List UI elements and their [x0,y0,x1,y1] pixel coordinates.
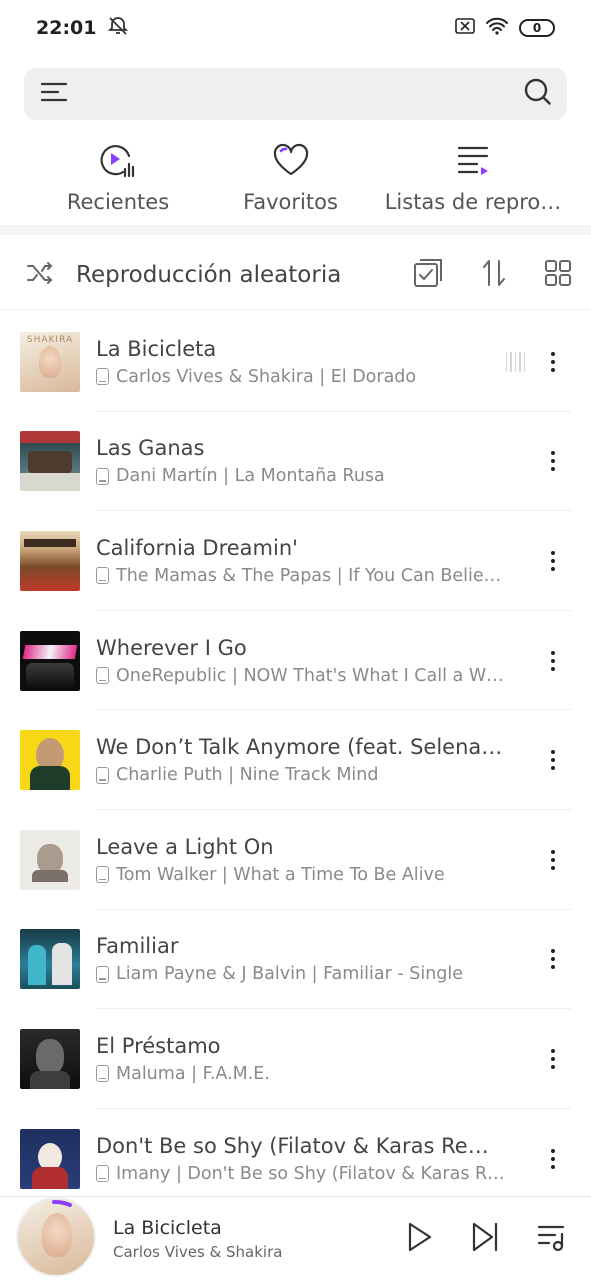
song-row[interactable]: Leave a Light On Tom Walker | What a Tim… [0,810,591,910]
tab-favoritos[interactable]: Favoritos [231,140,351,224]
song-subtitle: The Mamas & The Papas | If You Can Belie… [116,565,502,586]
album-cover [20,530,80,591]
song-title: Don't Be so Shy (Filatov & Karas Remix) [96,1133,508,1158]
more-options-icon[interactable] [543,347,563,377]
song-subtitle: Imany | Don't Be so Shy (Filatov & Karas… [116,1163,505,1184]
more-options-icon[interactable] [543,1044,563,1074]
tab-label: Listas de repro… [384,190,562,214]
recent-play-icon [99,140,137,180]
song-list: SHAKIRA La Bicicleta Carlos Vives & Shak… [0,312,591,1208]
song-row[interactable]: Wherever I Go OneRepublic | NOW That's W… [0,611,591,711]
more-options-icon[interactable] [543,546,563,576]
local-file-icon [96,766,109,784]
local-file-icon [96,1165,109,1183]
album-cover [20,431,80,492]
now-playing-cover[interactable] [16,1196,96,1277]
song-row[interactable]: Las Ganas Dani Martín | La Montaña Rusa [0,412,591,512]
grid-view-icon[interactable] [545,259,571,290]
song-title: We Don’t Talk Anymore (feat. Selena G… [96,735,508,760]
song-title: La Bicicleta [96,336,217,361]
song-row[interactable]: Familiar Liam Payne & J Balvin | Familia… [0,910,591,1010]
song-row[interactable]: We Don’t Talk Anymore (feat. Selena G… C… [0,710,591,810]
local-file-icon [96,965,109,983]
more-options-icon[interactable] [543,745,563,775]
menu-icon[interactable] [40,80,68,108]
status-time: 22:01 [36,17,97,39]
album-cover [20,730,80,791]
tab-label: Recientes [66,190,170,214]
more-options-icon[interactable] [543,446,563,476]
song-subtitle: Charlie Puth | Nine Track Mind [116,765,379,786]
song-title: Las Ganas [96,436,205,461]
song-row[interactable]: SHAKIRA La Bicicleta Carlos Vives & Shak… [0,312,591,412]
alarm-off-icon [108,16,129,40]
local-file-icon [96,567,109,585]
more-options-icon[interactable] [543,944,563,974]
song-row[interactable]: California Dreamin' The Mamas & The Papa… [0,511,591,611]
mini-player[interactable]: La Bicicleta Carlos Vives & Shakira [0,1196,591,1280]
song-subtitle: Liam Payne & J Balvin | Familiar - Singl… [116,964,464,985]
song-subtitle: Carlos Vives & Shakira | El Dorado [116,366,417,387]
local-file-icon [96,667,109,685]
shuffle-icon[interactable] [26,261,54,289]
local-file-icon [96,467,109,485]
search-bar[interactable] [24,68,567,120]
album-cover: SHAKIRA [20,331,80,392]
album-cover [20,829,80,890]
status-bar: 22:01 0 [0,0,591,56]
battery-icon: 0 [519,19,555,37]
multi-select-icon[interactable] [413,258,443,292]
sim-blocked-icon [455,18,475,38]
now-playing-artist: Carlos Vives & Shakira [113,1242,283,1261]
sort-icon[interactable] [481,259,507,291]
song-subtitle: Dani Martín | La Montaña Rusa [116,466,385,487]
shuffle-play-button[interactable]: Reproducción aleatoria [76,262,413,288]
local-file-icon [96,1065,109,1083]
song-subtitle: OneRepublic | NOW That's What I Call a W… [116,665,504,686]
song-title: El Préstamo [96,1033,221,1058]
album-cover [20,1128,80,1189]
tab-listas[interactable]: Listas de repro… [383,140,563,224]
song-title: Wherever I Go [96,635,247,660]
more-options-icon[interactable] [543,1144,563,1174]
more-options-icon[interactable] [543,646,563,676]
queue-icon[interactable] [537,1222,567,1256]
section-divider [0,225,591,235]
song-title: California Dreamin' [96,535,298,560]
play-icon[interactable] [407,1221,433,1257]
heart-icon [272,140,310,180]
song-row[interactable]: El Préstamo Maluma | F.A.M.E. [0,1009,591,1109]
album-cover [20,630,80,691]
now-playing-indicator [505,351,525,372]
song-title: Familiar [96,934,179,959]
song-row[interactable]: Don't Be so Shy (Filatov & Karas Remix) … [0,1109,591,1209]
album-cover [20,1028,80,1089]
wifi-icon [485,17,509,39]
local-file-icon [96,866,109,884]
song-subtitle: Tom Walker | What a Time To Be Alive [116,864,445,885]
search-icon[interactable] [523,77,553,111]
playlist-icon [456,140,490,180]
more-options-icon[interactable] [543,845,563,875]
tab-recientes[interactable]: Recientes [38,140,198,224]
tab-label: Favoritos [243,190,338,214]
now-playing-title: La Bicicleta [113,1216,222,1239]
library-tabs: Recientes Favoritos Listas de repro… [0,140,591,224]
next-track-icon[interactable] [471,1221,499,1257]
album-cover [20,929,80,990]
song-subtitle: Maluma | F.A.M.E. [116,1063,270,1084]
song-title: Leave a Light On [96,834,274,859]
local-file-icon [96,368,109,386]
shuffle-row: Reproducción aleatoria [0,240,591,310]
